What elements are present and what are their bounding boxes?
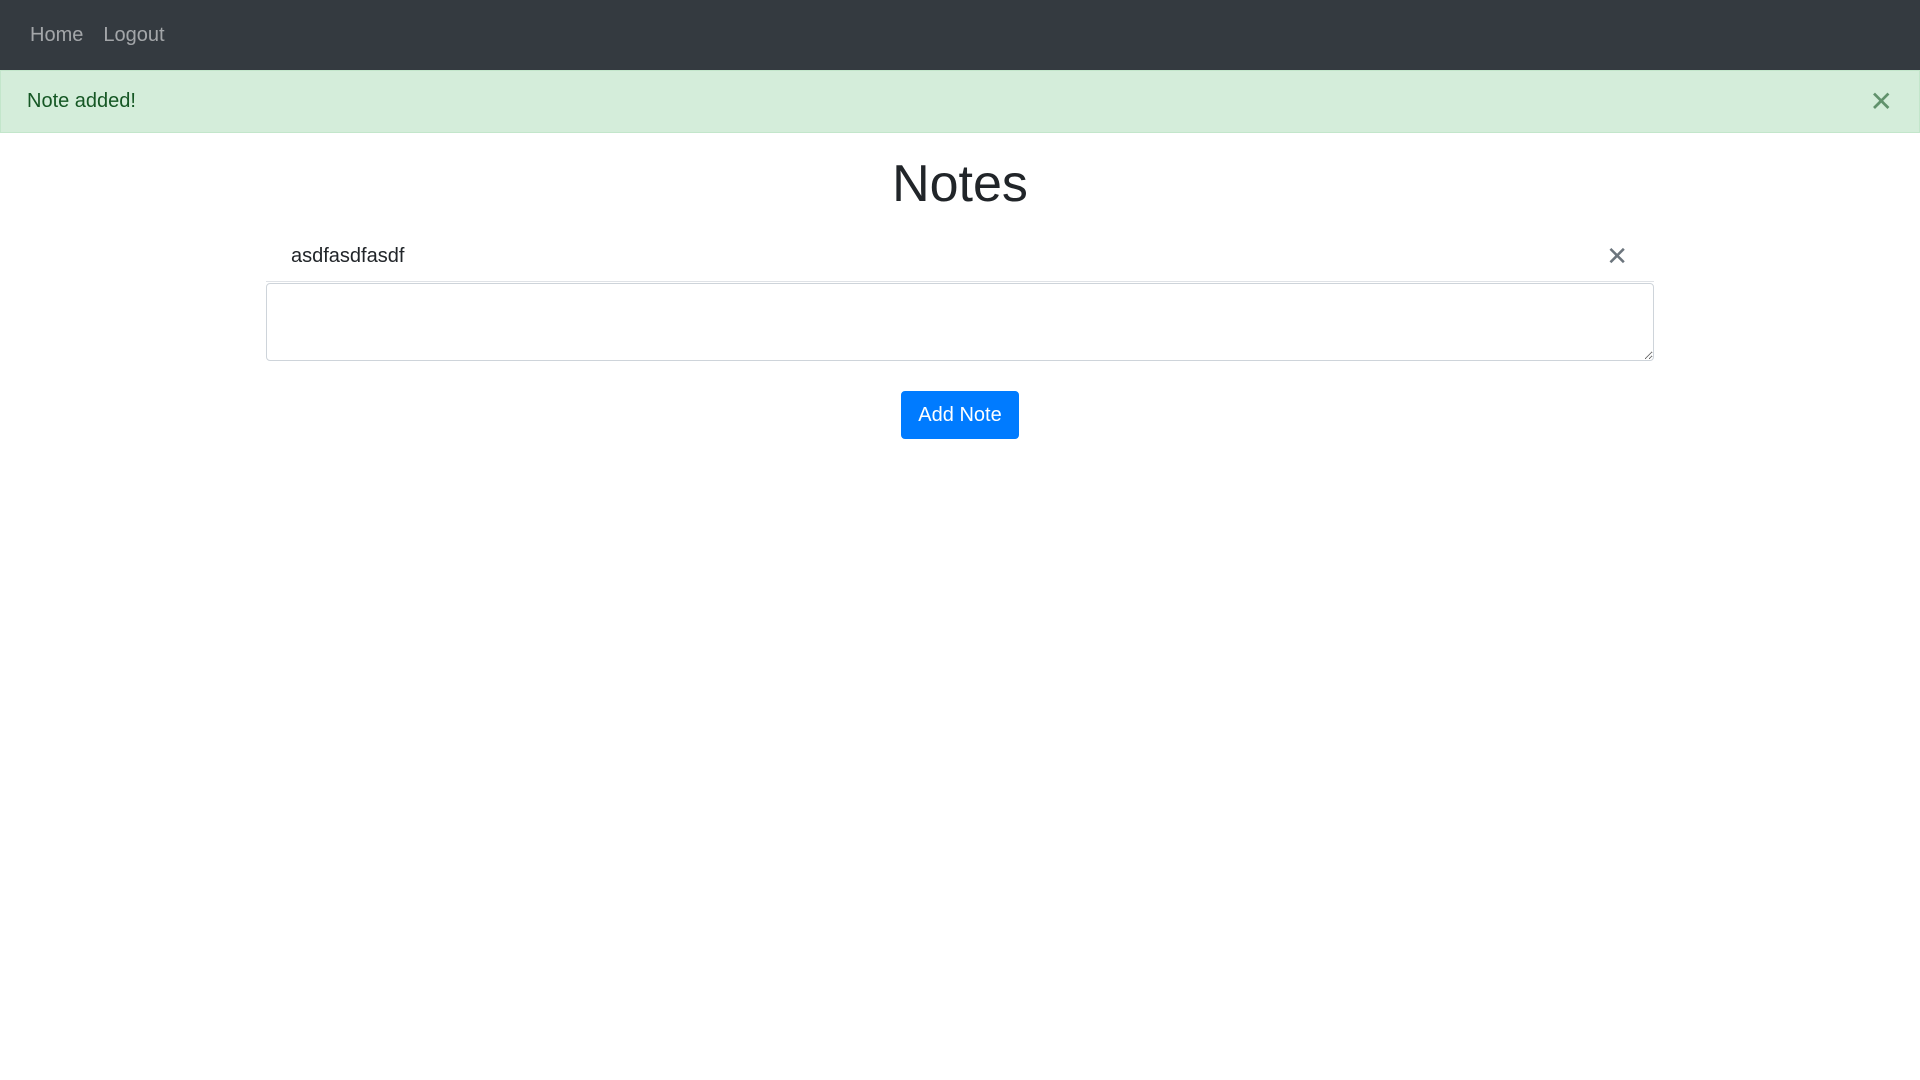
close-icon[interactable]: ✕ (1870, 87, 1893, 116)
nav-link-logout[interactable]: Logout (103, 25, 164, 45)
delete-note-icon[interactable]: ✕ (1606, 244, 1628, 270)
note-list: asdfasdfasdf ✕ (266, 232, 1654, 282)
note-textarea[interactable] (266, 283, 1654, 361)
add-note-button[interactable]: Add Note (901, 391, 1019, 439)
page-title: Notes (892, 155, 1028, 213)
nav-link-home[interactable]: Home (30, 25, 83, 45)
navbar: Home Logout (0, 0, 1920, 70)
success-alert: Note added! ✕ (0, 70, 1920, 133)
alert-message: Note added! (27, 90, 136, 112)
note-text: asdfasdfasdf (291, 245, 405, 267)
note-item: asdfasdfasdf ✕ (266, 232, 1654, 282)
